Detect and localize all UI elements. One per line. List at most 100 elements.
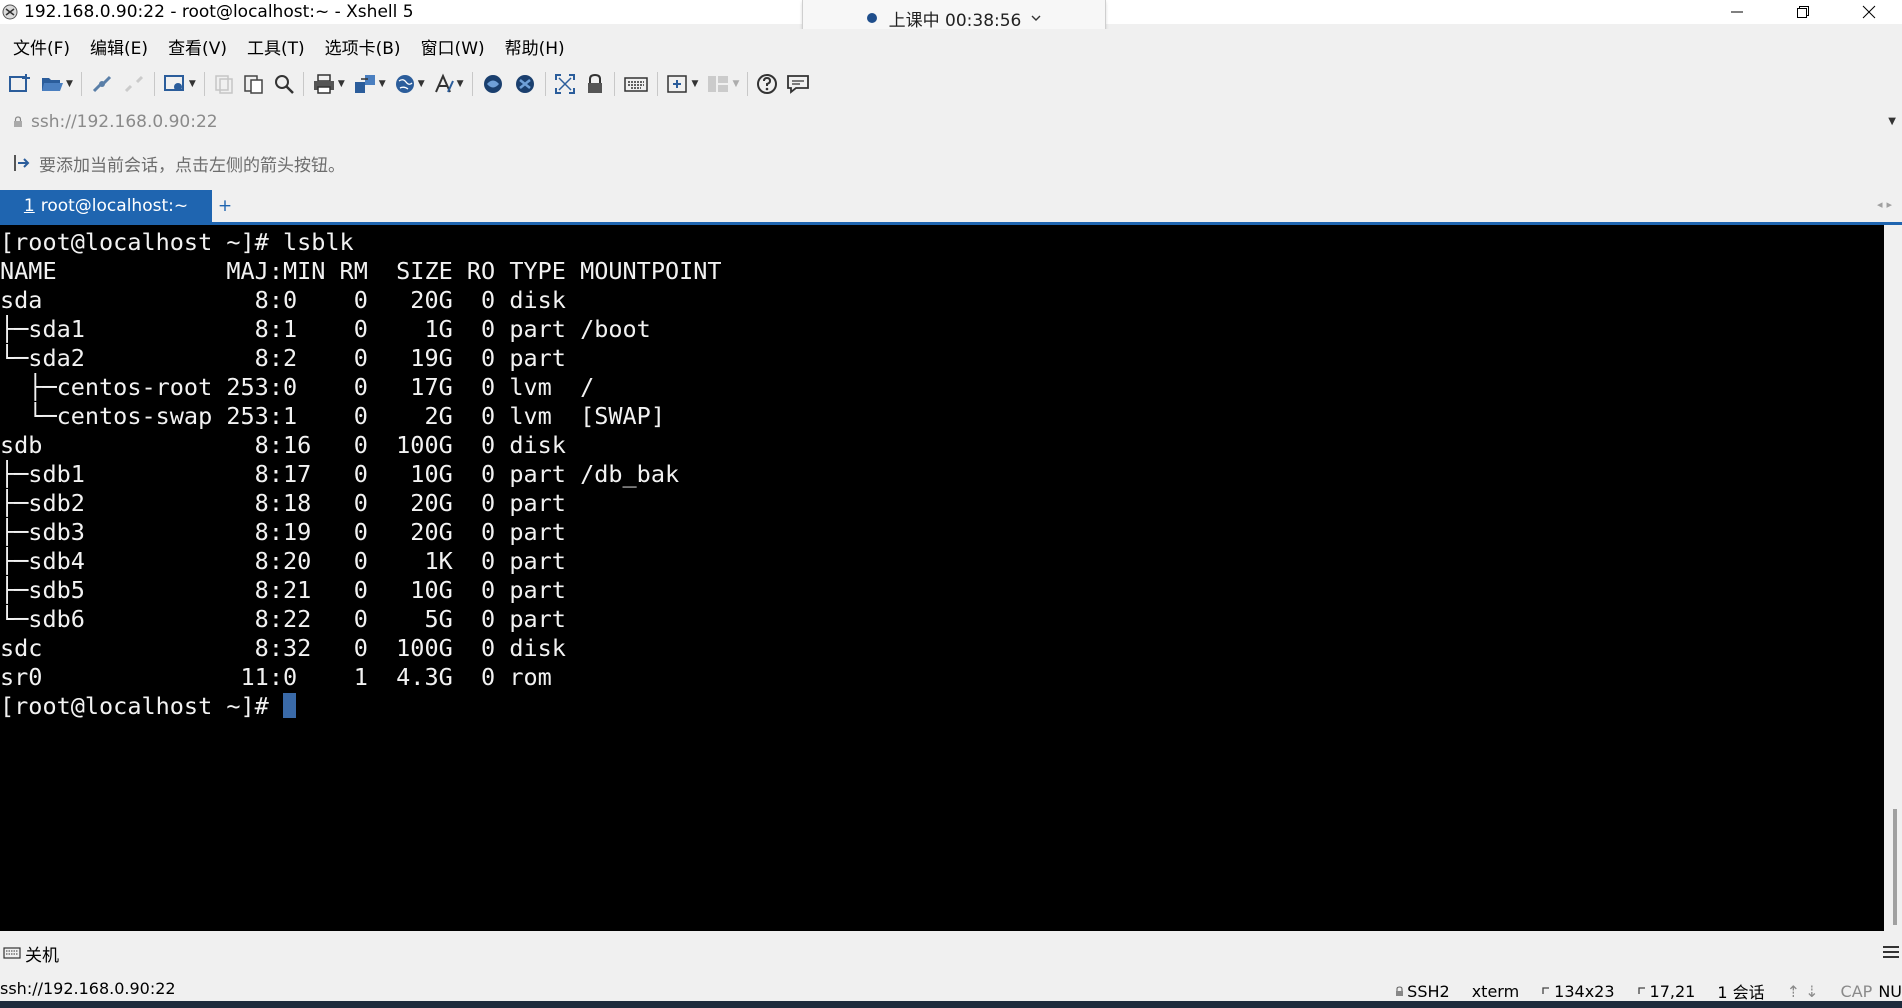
add-tab-button[interactable]: + bbox=[215, 194, 235, 218]
terminal-line: sda 8:0 0 20G 0 disk bbox=[0, 286, 566, 314]
status-terminal-type: xterm bbox=[1471, 981, 1520, 1001]
help-button[interactable] bbox=[756, 69, 778, 99]
xftp-button[interactable] bbox=[481, 69, 505, 99]
caret-down-icon: ▼ bbox=[732, 79, 740, 89]
keyboard-icon bbox=[3, 947, 21, 959]
chat-button[interactable] bbox=[786, 69, 810, 99]
status-indicators: SSH2 xterm 134x23 17,21 1 会话 ⇡ ⇣ CAP NU bbox=[1373, 979, 1902, 1003]
taskbar-edge bbox=[0, 1001, 1902, 1008]
shutdown-command-button[interactable]: 关机 bbox=[25, 941, 59, 966]
fullscreen-icon bbox=[554, 74, 575, 94]
menu-bar: 文件(F) 编辑(E) 查看(V) 工具(T) 选项卡(B) 窗口(W) 帮助(… bbox=[0, 29, 1902, 63]
caret-down-icon: ▼ bbox=[378, 79, 386, 89]
chevron-down-icon bbox=[1031, 15, 1041, 21]
terminal-line: ├─sdb1 8:17 0 10G 0 part /db_bak bbox=[0, 460, 680, 488]
lock-button[interactable] bbox=[584, 69, 606, 99]
menu-edit[interactable]: 编辑(E) bbox=[77, 34, 155, 59]
terminal-line: ├─sdb2 8:18 0 20G 0 part bbox=[0, 489, 566, 517]
tab-scroll-arrows-icon[interactable]: ◂▸ bbox=[1877, 198, 1896, 211]
help-icon bbox=[757, 74, 778, 94]
lock-icon bbox=[587, 73, 602, 93]
terminal-line: ├─sda1 8:1 0 1G 0 part /boot bbox=[0, 315, 651, 343]
paste-icon bbox=[244, 75, 263, 94]
print-icon bbox=[313, 74, 334, 94]
status-caps: CAP bbox=[1840, 981, 1873, 1001]
session-properties-button[interactable]: ▼ bbox=[163, 69, 196, 99]
add-session-arrow-icon[interactable] bbox=[13, 153, 31, 173]
status-cursor-pos-text: 17,21 bbox=[1649, 981, 1696, 1001]
address-dropdown-icon[interactable]: ▼ bbox=[1888, 116, 1896, 127]
toolbar-separator bbox=[302, 72, 304, 96]
scrollbar-thumb[interactable] bbox=[1893, 809, 1897, 925]
menu-tabs[interactable]: 选项卡(B) bbox=[312, 34, 408, 59]
keyboard-icon bbox=[623, 77, 648, 92]
menu-tools[interactable]: 工具(T) bbox=[234, 34, 312, 59]
caret-down-icon: ▼ bbox=[337, 79, 345, 89]
toolbar-separator bbox=[544, 72, 546, 96]
status-protocol-text: SSH2 bbox=[1407, 981, 1450, 1001]
close-button[interactable] bbox=[1836, 0, 1902, 24]
find-button[interactable] bbox=[273, 69, 295, 99]
hamburger-menu-icon[interactable] bbox=[1882, 944, 1900, 960]
tab-root-localhost[interactable]: 1 root@localhost:~ bbox=[0, 190, 212, 222]
status-size: 134x23 bbox=[1541, 981, 1615, 1001]
caret-down-icon: ▼ bbox=[456, 79, 464, 89]
menu-help[interactable]: 帮助(H) bbox=[492, 34, 572, 59]
print-button[interactable]: ▼ bbox=[312, 69, 345, 99]
terminal-line: NAME MAJ:MIN RM SIZE RO TYPE MOUNTPOINT bbox=[0, 257, 722, 285]
status-protocol: SSH2 bbox=[1395, 982, 1450, 1001]
xmanager-button[interactable] bbox=[513, 69, 537, 99]
keyboard-button[interactable] bbox=[623, 69, 649, 99]
fullscreen-button[interactable] bbox=[554, 69, 576, 99]
encoding-button[interactable]: ▼ bbox=[394, 69, 425, 99]
paste-button[interactable] bbox=[243, 69, 265, 99]
caret-down-icon: ▼ bbox=[691, 79, 699, 89]
toolbar-separator bbox=[80, 72, 82, 96]
add-tab-icon bbox=[666, 75, 687, 93]
chat-icon bbox=[787, 75, 810, 94]
restore-button[interactable] bbox=[1770, 0, 1836, 24]
font-button[interactable]: ▼ bbox=[433, 69, 464, 99]
toolbar-separator bbox=[203, 72, 205, 96]
menu-view[interactable]: 查看(V) bbox=[155, 34, 234, 59]
file-transfer-icon bbox=[354, 75, 375, 93]
minimize-button[interactable] bbox=[1704, 0, 1770, 24]
terminal-area[interactable]: [root@localhost ~]# lsblk NAME MAJ:MIN R… bbox=[0, 225, 1884, 931]
caret-down-icon: ▼ bbox=[417, 79, 425, 89]
restore-icon bbox=[1797, 6, 1809, 18]
terminal-line: └─centos-swap 253:1 0 2G 0 lvm [SWAP] bbox=[28, 402, 665, 430]
menu-window[interactable]: 窗口(W) bbox=[408, 34, 492, 59]
menu-file[interactable]: 文件(F) bbox=[0, 34, 77, 59]
reconnect-button[interactable] bbox=[90, 69, 114, 99]
disconnect-button[interactable] bbox=[122, 69, 146, 99]
open-session-button[interactable]: ▼ bbox=[40, 69, 73, 99]
status-bar: ssh://192.168.0.90:22 SSH2 xterm 134x23 … bbox=[0, 975, 1902, 1003]
caret-down-icon: ▼ bbox=[188, 79, 196, 89]
new-tab-button[interactable]: ▼ bbox=[666, 69, 699, 99]
close-icon bbox=[1862, 5, 1876, 19]
cursor-position-icon bbox=[1637, 987, 1645, 994]
terminal-line: ├─centos-root 253:0 0 17G 0 lvm / bbox=[28, 373, 595, 401]
font-icon bbox=[434, 73, 454, 93]
terminal-scrollbar[interactable] bbox=[1884, 225, 1902, 931]
xshell-window: 192.168.0.90:22 - root@localhost:~ - Xsh… bbox=[0, 0, 1902, 1008]
tab-number: 1 bbox=[23, 196, 35, 216]
transfer-button[interactable]: ▼ bbox=[353, 69, 386, 99]
layout-button[interactable]: ▼ bbox=[706, 69, 739, 99]
status-size-text: 134x23 bbox=[1554, 981, 1615, 1001]
status-nav-arrows-icon[interactable]: ⇡ ⇣ bbox=[1787, 982, 1819, 1001]
xshell-app-icon bbox=[2, 4, 18, 20]
minimize-icon bbox=[1731, 11, 1743, 13]
folder-open-icon bbox=[42, 78, 63, 91]
new-session-button[interactable] bbox=[8, 69, 32, 99]
copy-button[interactable] bbox=[213, 69, 235, 99]
terminal-line: [root@localhost ~]# lsblk bbox=[0, 228, 354, 256]
terminal-line: sr0 11:0 1 4.3G 0 rom bbox=[0, 663, 552, 691]
tab-bar: 1 root@localhost:~ + ◂▸ bbox=[0, 188, 1902, 225]
class-timer-text: 上课中 00:38:56 bbox=[888, 10, 1022, 31]
search-icon bbox=[274, 75, 294, 94]
toolbar-separator bbox=[471, 72, 473, 96]
terminal-line: ├─sdb5 8:21 0 10G 0 part bbox=[0, 576, 566, 604]
address-input[interactable]: ssh://192.168.0.90:22 bbox=[31, 112, 218, 132]
xftp-icon bbox=[483, 75, 502, 93]
